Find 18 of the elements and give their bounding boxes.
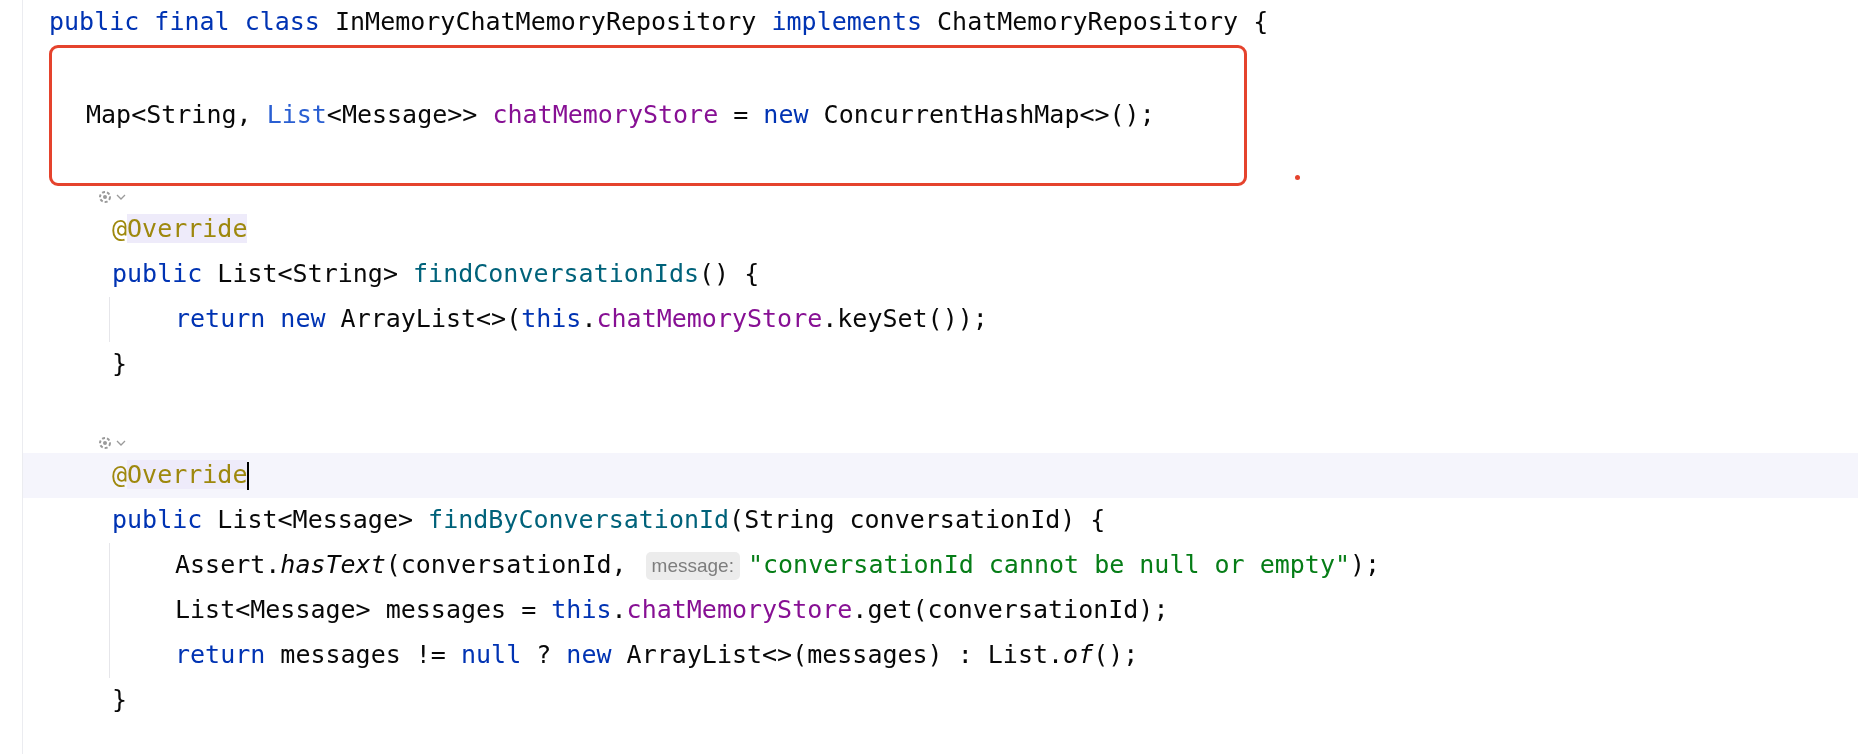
code-text: @Override: [112, 459, 248, 492]
chevron-down-icon[interactable]: [116, 193, 126, 200]
code-text: return new ArrayList<>(this.chatMemoryStore.keySet());: [175, 303, 988, 336]
parameter-hint: message:: [645, 551, 740, 580]
annotation-dot: [1295, 175, 1300, 180]
code-text: Assert.hasText(conversationId,: [175, 549, 628, 582]
code-text: @Override: [112, 213, 248, 246]
code-text: public final class InMemoryChatMemoryRepository implements ChatMemoryRepository {: [49, 6, 1269, 39]
text-caret: [247, 461, 250, 490]
code-text: List<Message> messages = this.chatMemoryStore.get(conversationId);: [175, 594, 1169, 627]
code-text: public List<String> findConversationIds() {: [112, 258, 760, 291]
chevron-down-icon[interactable]: [116, 439, 126, 446]
code-text: return messages != null ? new ArrayList<>(messages) : List.of();: [175, 639, 1139, 672]
code-text: public List<Message> findByConversationId(String conversationId) {: [112, 504, 1106, 537]
code-text: }: [112, 348, 128, 381]
code-text: "conversationId cannot be null or empty");: [747, 549, 1381, 582]
code-text: }: [112, 684, 128, 717]
code-text: Map<String, List<Message>> chatMemoryStore = new ConcurrentHashMap<>();: [86, 99, 1155, 132]
